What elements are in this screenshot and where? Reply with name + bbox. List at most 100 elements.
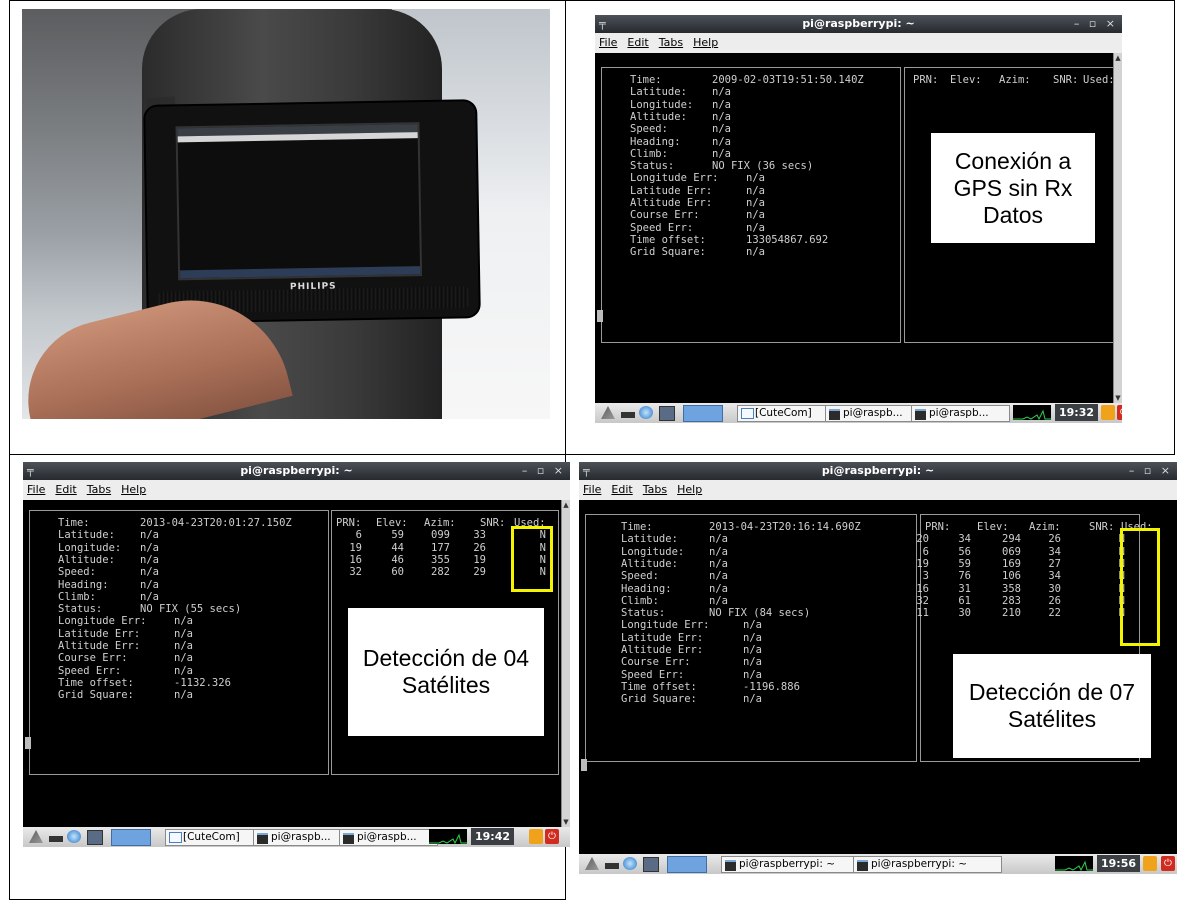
menu-tabs[interactable]: Tabs: [87, 483, 111, 496]
gps-field-label: Climb:: [630, 147, 668, 160]
window-controls[interactable]: – ▫ ×: [1074, 15, 1118, 33]
desktop-icon[interactable]: [659, 406, 675, 421]
taskbar-clock[interactable]: 19:56: [1097, 855, 1141, 872]
gps-field-value: n/a: [712, 98, 731, 111]
menu-file[interactable]: File: [583, 483, 601, 496]
menu-edit[interactable]: Edit: [611, 483, 632, 496]
window-titlebar[interactable]: ╤ pi@raspberrypi: ~ – ▫ ×: [23, 462, 570, 480]
taskbar-button-1[interactable]: [CuteCom]: [165, 829, 266, 846]
gps-field-value: n/a: [174, 627, 193, 640]
power-icon[interactable]: ⏻: [1117, 405, 1122, 420]
workspace-switcher[interactable]: [683, 405, 723, 422]
gps-field-label: Status:: [630, 160, 675, 173]
taskbar-button-3[interactable]: pi@raspb...: [911, 405, 1010, 422]
menu-tabs[interactable]: Tabs: [659, 36, 683, 49]
menu-edit[interactable]: Edit: [55, 483, 76, 496]
scroll-down-arrow[interactable]: ▼: [562, 817, 570, 827]
window-titlebar[interactable]: ╤ pi@raspberrypi: ~ – ▫ ×: [579, 462, 1177, 480]
scroll-up-arrow[interactable]: ▲: [562, 500, 570, 510]
lock-screen-icon[interactable]: [1101, 405, 1115, 420]
taskbar-button-label: [CuteCom]: [755, 407, 812, 419]
annotation-callout: Conexión a GPS sin Rx Datos: [931, 133, 1095, 243]
taskbar-button-3[interactable]: pi@raspb...: [339, 829, 438, 846]
menu-edit[interactable]: Edit: [627, 36, 648, 49]
gps-field-value: n/a: [140, 578, 159, 591]
workspace-switcher[interactable]: [111, 829, 151, 846]
gps-field-row: Altitude: n/a: [621, 558, 728, 570]
gps-field-value: n/a: [709, 557, 728, 570]
menu-tabs[interactable]: Tabs: [643, 483, 667, 496]
gps-field-row: Status: NO FIX (84 secs): [621, 607, 810, 619]
taskbar-button-2[interactable]: pi@raspb...: [825, 405, 924, 422]
satellite-prn: 6: [922, 545, 929, 558]
web-browser-icon[interactable]: [623, 857, 637, 870]
gps-info-panel: Time: 2009-02-03T19:51:50.140Z Latitude: n/…: [601, 67, 901, 343]
gps-field-row: Longitude: n/a: [621, 546, 728, 558]
scrollbar[interactable]: ▲ ▼: [561, 500, 570, 827]
menu-help[interactable]: Help: [693, 36, 718, 49]
cpu-usage-graph[interactable]: [1055, 856, 1093, 871]
web-browser-icon[interactable]: [639, 406, 653, 419]
satellite-prn: 16: [349, 553, 362, 566]
file-manager-icon[interactable]: [621, 412, 635, 418]
file-manager-icon[interactable]: [605, 863, 619, 869]
lock-screen-icon[interactable]: [1143, 856, 1157, 871]
power-icon[interactable]: ⏻: [545, 829, 559, 844]
gps-field-value: n/a: [174, 664, 193, 677]
window-controls[interactable]: – ▫ ×: [1129, 462, 1173, 480]
window-controls[interactable]: – ▫ ×: [522, 462, 566, 480]
gps-field-row: Grid Square: n/a: [58, 689, 193, 701]
menu-file[interactable]: File: [27, 483, 45, 496]
desktop-icon[interactable]: [643, 857, 659, 872]
window-icon: [169, 832, 182, 843]
taskbar: pi@raspberrypi: ~ pi@raspberrypi: ~ 19:56 ⏻: [579, 854, 1177, 874]
gps-field-value: NO FIX (84 secs): [709, 607, 811, 620]
web-browser-icon[interactable]: [67, 830, 81, 843]
terminal-window-top-right[interactable]: ╤ pi@raspberrypi: ~ – ▫ × File Edit Tabs Help T…: [595, 15, 1122, 423]
power-icon[interactable]: ⏻: [1161, 856, 1175, 871]
gps-field-value: n/a: [746, 197, 765, 209]
satellite-elev: 31: [958, 582, 971, 595]
cpu-usage-graph[interactable]: [1013, 405, 1051, 420]
taskbar-clock[interactable]: 19:32: [1055, 404, 1099, 421]
window-menu-icon[interactable]: ╤: [27, 462, 34, 480]
gps-field-row: Altitude: n/a: [58, 554, 159, 566]
window-menu-icon[interactable]: ╤: [583, 462, 590, 480]
gps-field-label: Speed Err:: [621, 668, 685, 681]
scroll-up-arrow[interactable]: ▲: [1114, 53, 1122, 63]
workspace-switcher[interactable]: [667, 856, 707, 873]
lock-screen-icon[interactable]: [529, 829, 543, 844]
taskbar-button-2[interactable]: pi@raspb...: [253, 829, 352, 846]
taskbar-button-1[interactable]: [CuteCom]: [737, 405, 838, 422]
satellite-header-snr: SNR:: [1089, 521, 1115, 533]
menu-launcher-icon[interactable]: [585, 857, 599, 870]
terminal-window-bottom-right[interactable]: ╤ pi@raspberrypi: ~ – ▫ × File Edit Tabs Help T…: [579, 462, 1177, 874]
terminal-window-bottom-left[interactable]: ╤ pi@raspberrypi: ~ – ▫ × File Edit Tabs Help T…: [23, 462, 570, 847]
menu-launcher-icon[interactable]: [601, 406, 615, 419]
menu-help[interactable]: Help: [677, 483, 702, 496]
taskbar-button-2[interactable]: pi@raspberrypi: ~: [853, 856, 1002, 873]
scroll-down-arrow[interactable]: ▼: [1114, 393, 1122, 403]
cpu-usage-graph[interactable]: [429, 829, 467, 844]
tablet-photo: PHILIPS: [22, 9, 550, 419]
gps-field-label: Altitude:: [630, 110, 687, 123]
window-menu-icon[interactable]: ╤: [599, 15, 606, 33]
menu-file[interactable]: File: [599, 36, 617, 49]
taskbar-button-1[interactable]: pi@raspberrypi: ~: [721, 856, 866, 873]
satellite-prn: 16: [916, 582, 929, 595]
scrollbar[interactable]: ▲ ▼: [1113, 53, 1122, 403]
satellite-azim: 210: [1002, 607, 1021, 620]
gps-field-label: Latitude Err:: [630, 184, 713, 197]
gps-field-row: Speed Err: n/a: [630, 222, 765, 234]
gps-field-label: Status:: [621, 607, 666, 620]
desktop-icon[interactable]: [87, 830, 103, 845]
file-manager-icon[interactable]: [49, 836, 63, 842]
gps-field-row: Speed Err: n/a: [621, 669, 762, 681]
satellite-snr: 26: [1048, 594, 1061, 607]
menu-help[interactable]: Help: [121, 483, 146, 496]
menu-launcher-icon[interactable]: [29, 830, 43, 843]
table-border-bottom: [9, 899, 566, 900]
gps-field-row: Speed Err: n/a: [58, 665, 193, 677]
window-titlebar[interactable]: ╤ pi@raspberrypi: ~ – ▫ ×: [595, 15, 1122, 33]
taskbar-clock[interactable]: 19:42: [471, 828, 515, 845]
